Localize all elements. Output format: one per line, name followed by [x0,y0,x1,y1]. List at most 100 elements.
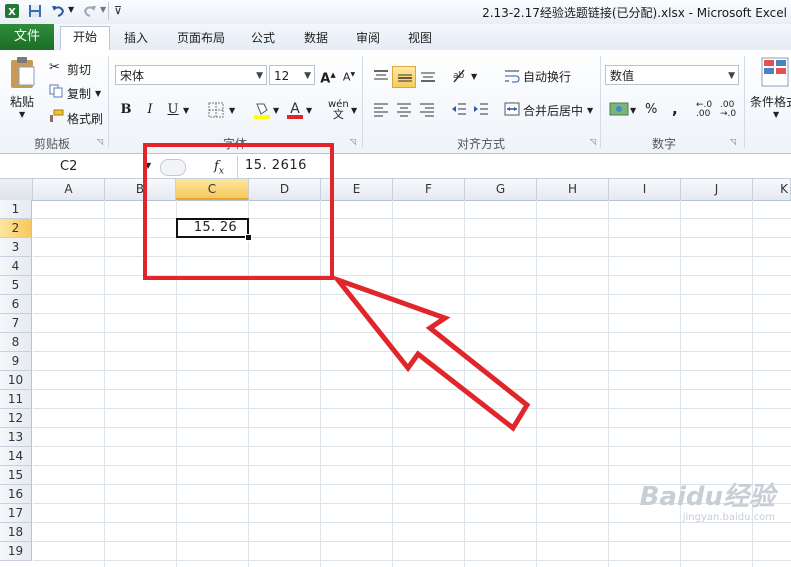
row-header-13[interactable]: 13 [0,428,32,447]
undo-icon[interactable] [50,3,66,19]
phonetic-dropdown-icon[interactable]: ▼ [351,106,357,115]
percent-button[interactable]: % [645,102,657,117]
row-header-14[interactable]: 14 [0,447,32,466]
align-middle-button[interactable] [392,66,416,88]
merge-center-button[interactable]: 合并后居中 [523,102,583,119]
increase-decimal-icon[interactable]: ←.0.00 [696,101,712,119]
font-size-select[interactable]: 12 ▼ [269,65,315,85]
comma-button[interactable]: , [672,100,678,118]
tab-review[interactable]: 审阅 [348,28,388,50]
phonetic-icon[interactable]: wén 文 [328,100,349,121]
accounting-format-icon[interactable] [609,100,629,118]
column-header-g[interactable]: G [465,179,537,200]
fill-color-dropdown-icon[interactable]: ▼ [273,106,279,115]
bold-button[interactable]: B [115,100,137,120]
font-color-icon[interactable]: A [285,100,305,120]
column-header-k[interactable]: K [753,179,791,200]
underline-button[interactable]: U [162,100,184,120]
font-color-dropdown-icon[interactable]: ▼ [306,106,312,115]
format-painter-button[interactable]: 格式刷 [67,110,103,127]
borders-icon[interactable] [208,102,224,118]
decrease-indent-icon[interactable] [450,101,468,117]
alignment-launcher-icon[interactable]: ◹ [590,137,596,146]
row-header-11[interactable]: 11 [0,390,32,409]
align-left-icon[interactable] [372,101,390,117]
copy-dropdown-icon[interactable]: ▼ [95,89,101,98]
row-header-2[interactable]: 2 [0,219,32,238]
column-header-j[interactable]: J [681,179,753,200]
column-header-a[interactable]: A [33,179,105,200]
tab-formulas[interactable]: 公式 [244,28,282,50]
conditional-format-icon[interactable] [760,56,790,88]
row-header-8[interactable]: 8 [0,333,32,352]
underline-dropdown-icon[interactable]: ▼ [183,106,189,115]
cut-button[interactable]: 剪切 [67,61,91,78]
tab-home[interactable]: 开始 [60,26,110,51]
italic-button[interactable]: I [139,100,161,120]
tab-page-layout[interactable]: 页面布局 [170,28,232,50]
undo-dropdown-icon[interactable]: ▼ [68,5,74,14]
tab-view[interactable]: 视图 [400,28,440,50]
conditional-format-dropdown-icon[interactable]: ▼ [773,110,779,119]
row-header-7[interactable]: 7 [0,314,32,333]
font-family-select[interactable]: 宋体 ▼ [115,65,267,85]
row-header-5[interactable]: 5 [0,276,32,295]
watermark: Baidu经验 jingyan.baidu.com [640,482,775,523]
customize-icon[interactable]: ⊽ [114,4,122,17]
row-header-19[interactable]: 19 [0,542,32,561]
paste-button[interactable]: 粘贴 [10,93,34,110]
decrease-decimal-icon[interactable]: .00 →.0 [720,101,736,119]
increase-indent-icon[interactable] [472,101,490,117]
grow-font-icon[interactable]: A▲ [317,65,339,86]
row-header-10[interactable]: 10 [0,371,32,390]
row-header-16[interactable]: 16 [0,485,32,504]
conditional-format-button[interactable]: 条件格式 [750,93,791,110]
row-header-15[interactable]: 15 [0,466,32,485]
accounting-dropdown-icon[interactable]: ▼ [630,106,636,115]
shrink-font-icon[interactable]: A▼ [338,65,360,85]
tab-file[interactable]: 文件 [0,24,54,50]
tab-data[interactable]: 数据 [296,28,336,50]
row-header-12[interactable]: 12 [0,409,32,428]
formula-bar: C2 ▼ fx 15. 2616 [0,156,791,179]
column-header-h[interactable]: H [537,179,609,200]
row-header-4[interactable]: 4 [0,257,32,276]
clipboard-launcher-icon[interactable]: ◹ [97,137,103,146]
row-header-3[interactable]: 3 [0,238,32,257]
name-box[interactable]: C2 [2,157,155,176]
align-center-icon[interactable] [395,101,413,117]
borders-dropdown-icon[interactable]: ▼ [229,106,235,115]
paste-icon[interactable] [8,56,38,90]
row-header-9[interactable]: 9 [0,352,32,371]
number-format-select[interactable]: 数值 ▼ [605,65,739,85]
copy-button[interactable]: 复制 [67,85,91,102]
align-right-icon[interactable] [418,101,436,117]
number-group-label: 数字 [651,137,676,151]
column-header-f[interactable]: F [393,179,465,200]
row-header-17[interactable]: 17 [0,504,32,523]
orientation-icon[interactable]: ab [450,66,470,86]
svg-text:ab: ab [453,71,465,81]
font-launcher-icon[interactable]: ◹ [350,137,356,146]
save-icon[interactable] [27,3,43,19]
cut-icon: ✂ [49,60,60,75]
column-header-i[interactable]: I [609,179,681,200]
wrap-text-button[interactable]: 自动换行 [523,68,571,85]
redo-icon[interactable] [82,3,98,19]
number-format-value: 数值 [610,69,635,83]
align-bottom-icon[interactable] [419,68,437,84]
row-header-6[interactable]: 6 [0,295,32,314]
fill-color-icon[interactable] [252,100,272,120]
orientation-dropdown-icon[interactable]: ▼ [471,72,477,81]
copy-icon [49,84,63,98]
row-header-18[interactable]: 18 [0,523,32,542]
redo-dropdown-icon[interactable]: ▼ [100,5,106,14]
tab-insert[interactable]: 插入 [116,28,156,50]
paste-dropdown-icon[interactable]: ▼ [19,110,25,119]
merge-dropdown-icon[interactable]: ▼ [587,106,593,115]
select-all-corner[interactable] [0,179,33,200]
align-top-icon[interactable] [372,68,390,84]
number-launcher-icon[interactable]: ◹ [730,137,736,146]
phonetic-char: 文 [332,108,344,121]
row-header-1[interactable]: 1 [0,200,32,219]
